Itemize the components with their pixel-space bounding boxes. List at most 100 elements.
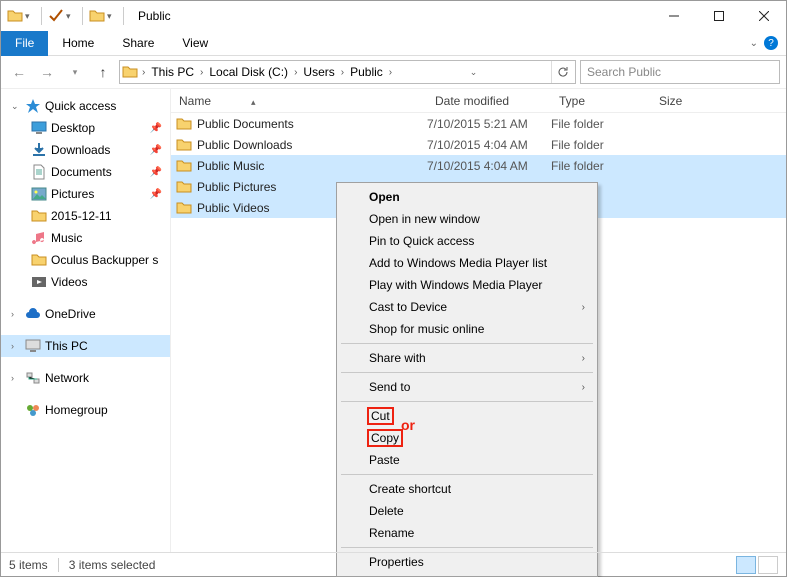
- onedrive-node[interactable]: ›OneDrive: [1, 303, 170, 325]
- ctx-open[interactable]: Open: [339, 186, 595, 208]
- breadcrumb[interactable]: Public: [348, 65, 385, 79]
- search-input[interactable]: [587, 65, 773, 79]
- file-date: 7/10/2015 5:21 AM: [427, 117, 551, 131]
- close-button[interactable]: [741, 1, 786, 31]
- chevron-right-icon[interactable]: ›: [11, 373, 21, 383]
- ctx-cut[interactable]: Cut: [339, 405, 595, 427]
- file-row[interactable]: Public Downloads7/10/2015 4:04 AMFile fo…: [171, 134, 786, 155]
- desktop-icon: [31, 120, 47, 136]
- music-icon: [31, 230, 47, 246]
- chevron-right-icon[interactable]: ›: [196, 67, 207, 78]
- status-count: 5 items: [9, 558, 48, 572]
- chevron-down-icon[interactable]: ▾: [107, 11, 117, 22]
- sidebar-item-label: Quick access: [45, 99, 116, 113]
- recent-chevron[interactable]: ▾: [63, 60, 87, 84]
- folder-icon: [176, 201, 192, 215]
- breadcrumb[interactable]: Local Disk (C:): [207, 65, 290, 79]
- breadcrumb[interactable]: This PC: [149, 65, 196, 79]
- sidebar-item-downloads[interactable]: Downloads 📌: [1, 139, 170, 161]
- column-name[interactable]: Name▴: [171, 94, 427, 108]
- sidebar-item-label: Desktop: [51, 121, 95, 135]
- chevron-down-icon[interactable]: ▾: [25, 11, 35, 22]
- ctx-add-wmp[interactable]: Add to Windows Media Player list: [339, 252, 595, 274]
- ctx-shop-music[interactable]: Shop for music online: [339, 318, 595, 340]
- ctx-copy[interactable]: Copy: [339, 427, 595, 449]
- forward-button[interactable]: →: [35, 60, 59, 84]
- help-icon[interactable]: ?: [764, 36, 778, 50]
- network-node[interactable]: ›Network: [1, 367, 170, 389]
- sidebar-item-desktop[interactable]: Desktop📌: [1, 117, 170, 139]
- chevron-right-icon: ›: [582, 302, 585, 313]
- chevron-down-icon[interactable]: ⌄: [750, 38, 758, 49]
- column-type[interactable]: Type: [551, 94, 651, 108]
- chevron-right-icon[interactable]: ›: [337, 67, 348, 78]
- column-size[interactable]: Size: [651, 94, 731, 108]
- download-icon: [31, 142, 47, 158]
- window-title: Public: [138, 9, 171, 23]
- ctx-send-to[interactable]: Send to›: [339, 376, 595, 398]
- ctx-cast[interactable]: Cast to Device›: [339, 296, 595, 318]
- ribbon-tabs: File Home Share View ⌄ ?: [1, 31, 786, 56]
- folder-icon: [7, 8, 23, 24]
- up-button[interactable]: ↑: [91, 60, 115, 84]
- nav-pane: ⌄ Quick access Desktop📌 Downloads 📌 Docum…: [1, 89, 171, 552]
- column-date[interactable]: Date modified: [427, 94, 551, 108]
- sidebar-item-documents[interactable]: Documents📌: [1, 161, 170, 183]
- history-dropdown[interactable]: ⌄: [465, 67, 483, 78]
- ctx-share-with[interactable]: Share with›: [339, 347, 595, 369]
- picture-icon: [31, 186, 47, 202]
- sidebar-item-label: Downloads: [51, 143, 110, 157]
- sidebar-item-videos[interactable]: Videos: [1, 271, 170, 293]
- cloud-icon: [25, 306, 41, 322]
- back-button[interactable]: ←: [7, 60, 31, 84]
- sidebar-item-label: This PC: [45, 339, 88, 353]
- ctx-paste[interactable]: Paste: [339, 449, 595, 471]
- pin-icon: 📌: [150, 145, 162, 156]
- file-tab[interactable]: File: [1, 31, 48, 56]
- chevron-down-icon[interactable]: ⌄: [11, 101, 21, 112]
- sidebar-item[interactable]: 2015-12-11: [1, 205, 170, 227]
- chevron-down-icon[interactable]: ▾: [66, 11, 76, 22]
- chevron-right-icon[interactable]: ›: [290, 67, 301, 78]
- sort-asc-icon: ▴: [251, 97, 256, 107]
- homegroup-node[interactable]: ›Homegroup: [1, 399, 170, 421]
- address-bar[interactable]: › This PC › Local Disk (C:) › Users › Pu…: [119, 60, 576, 84]
- home-tab[interactable]: Home: [48, 31, 108, 56]
- breadcrumb[interactable]: Users: [301, 65, 336, 79]
- file-row[interactable]: Public Documents7/10/2015 5:21 AMFile fo…: [171, 113, 786, 134]
- ctx-create-shortcut[interactable]: Create shortcut: [339, 478, 595, 500]
- ctx-play-wmp[interactable]: Play with Windows Media Player: [339, 274, 595, 296]
- homegroup-icon: [25, 402, 41, 418]
- chevron-right-icon[interactable]: ›: [385, 67, 396, 78]
- chevron-right-icon[interactable]: ›: [11, 341, 21, 351]
- ctx-rename[interactable]: Rename: [339, 522, 595, 544]
- folder-icon: [89, 8, 105, 24]
- status-bar: 5 items 3 items selected: [1, 552, 786, 576]
- file-row[interactable]: Public Music7/10/2015 4:04 AMFile folder: [171, 155, 786, 176]
- minimize-button[interactable]: [651, 1, 696, 31]
- file-type: File folder: [551, 159, 651, 173]
- search-box[interactable]: [580, 60, 780, 84]
- ctx-open-new-window[interactable]: Open in new window: [339, 208, 595, 230]
- maximize-button[interactable]: [696, 1, 741, 31]
- sidebar-item[interactable]: Oculus Backupper s: [1, 249, 170, 271]
- chevron-right-icon[interactable]: ›: [138, 67, 149, 78]
- details-view-button[interactable]: [736, 556, 756, 574]
- folder-icon: [31, 209, 47, 223]
- large-icons-view-button[interactable]: [758, 556, 778, 574]
- thispc-node[interactable]: › This PC: [1, 335, 170, 357]
- refresh-button[interactable]: [551, 61, 573, 83]
- ctx-delete[interactable]: Delete: [339, 500, 595, 522]
- sidebar-item-music[interactable]: Music: [1, 227, 170, 249]
- check-icon[interactable]: [48, 8, 64, 24]
- column-headers: Name▴ Date modified Type Size: [171, 89, 786, 113]
- folder-icon: [176, 159, 192, 173]
- quick-access-node[interactable]: ⌄ Quick access: [1, 95, 170, 117]
- view-tab[interactable]: View: [168, 31, 222, 56]
- file-type: File folder: [551, 138, 651, 152]
- file-name: Public Downloads: [197, 138, 427, 152]
- ctx-pin-quick-access[interactable]: Pin to Quick access: [339, 230, 595, 252]
- chevron-right-icon[interactable]: ›: [11, 309, 21, 319]
- share-tab[interactable]: Share: [108, 31, 168, 56]
- sidebar-item-pictures[interactable]: Pictures📌: [1, 183, 170, 205]
